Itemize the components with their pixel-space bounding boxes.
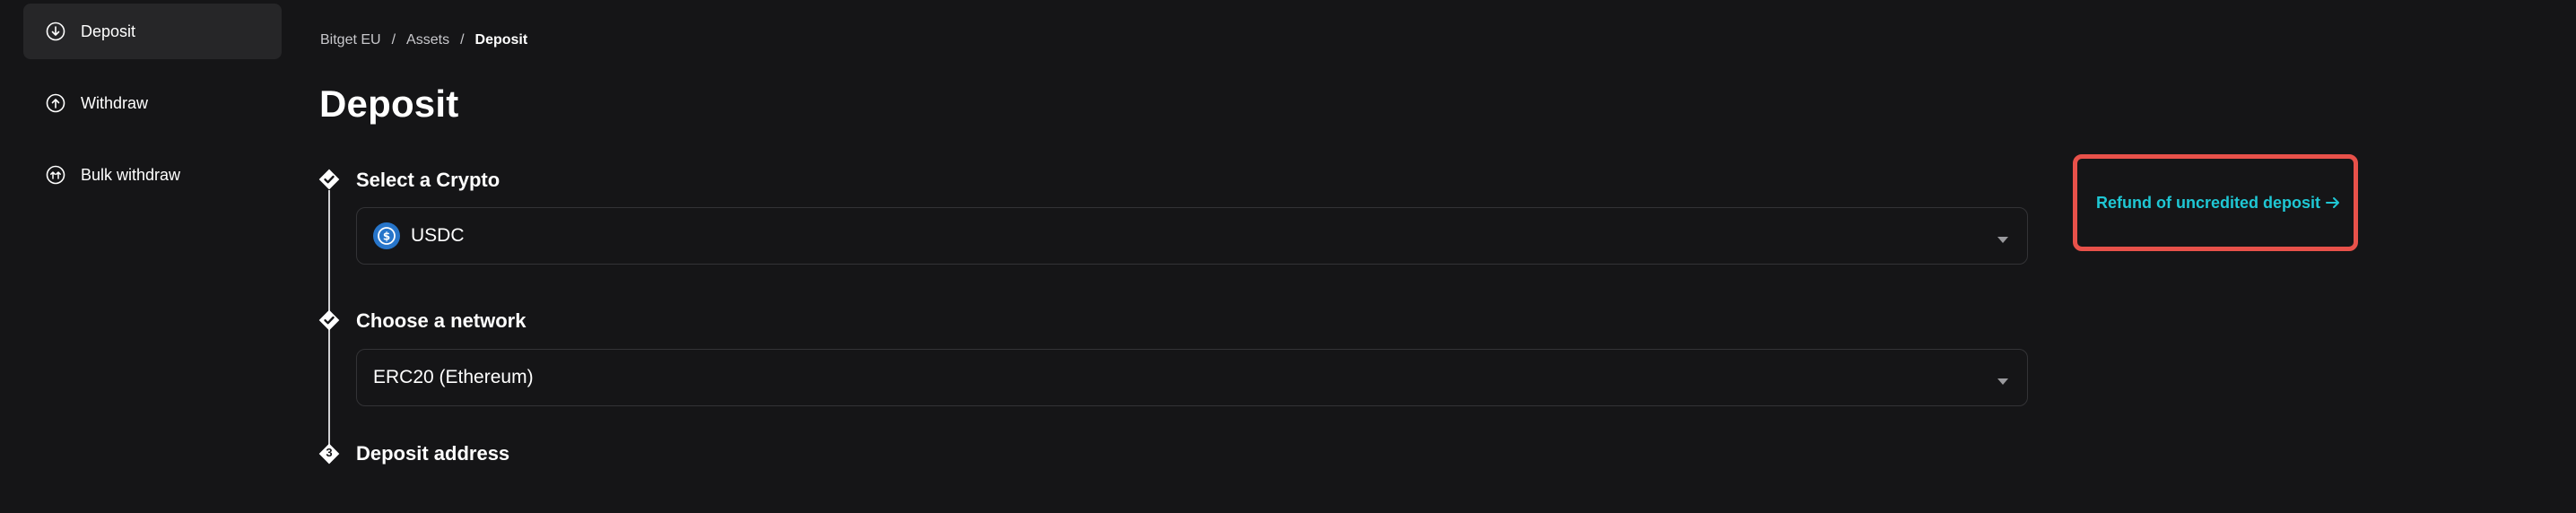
crypto-select-value: USDC bbox=[411, 225, 465, 246]
breadcrumb-current: Deposit bbox=[474, 32, 528, 48]
usdc-icon: $ bbox=[373, 222, 400, 249]
sidebar-item-label: Bulk withdraw bbox=[81, 165, 181, 184]
refund-uncredited-deposit-link[interactable]: Refund of uncredited deposit bbox=[2096, 194, 2342, 213]
step-number: 3 bbox=[326, 446, 333, 459]
refund-highlight-box: Refund of uncredited deposit bbox=[2073, 154, 2358, 251]
sidebar-item-bulk-withdraw[interactable]: Bulk withdraw bbox=[23, 147, 282, 203]
sidebar-item-deposit[interactable]: Deposit bbox=[23, 4, 282, 59]
step-title-select-crypto: Select a Crypto bbox=[356, 169, 500, 191]
sidebar-item-withdraw[interactable]: Withdraw bbox=[23, 75, 282, 131]
breadcrumb-separator: / bbox=[391, 32, 396, 48]
arrow-down-circle-icon bbox=[45, 21, 66, 42]
network-select-value: ERC20 (Ethereum) bbox=[373, 367, 534, 387]
chevron-down-icon bbox=[1997, 374, 2009, 390]
sidebar-item-label: Deposit bbox=[81, 22, 136, 40]
step-done-check-icon bbox=[318, 169, 340, 190]
svg-text:$: $ bbox=[383, 230, 390, 243]
network-select[interactable]: ERC20 (Ethereum) bbox=[356, 349, 2028, 406]
chevron-down-icon bbox=[1997, 232, 2009, 248]
crypto-select[interactable]: $ USDC bbox=[356, 207, 2028, 265]
breadcrumb-link-bitget-eu[interactable]: Bitget EU bbox=[320, 32, 381, 48]
breadcrumb-separator: / bbox=[460, 32, 465, 48]
breadcrumb-link-assets[interactable]: Assets bbox=[406, 32, 449, 48]
sidebar: Deposit Withdraw Bulk withdraw bbox=[0, 0, 296, 513]
arrow-right-icon bbox=[2324, 196, 2342, 210]
double-arrow-up-circle-icon bbox=[45, 164, 66, 186]
refund-link-label: Refund of uncredited deposit bbox=[2096, 193, 2320, 212]
deposit-page: Deposit Withdraw Bulk withdraw Bitget EU… bbox=[0, 0, 2576, 513]
step-done-check-icon bbox=[318, 309, 340, 331]
breadcrumb: Bitget EU / Assets / Deposit bbox=[320, 32, 527, 48]
arrow-up-circle-icon bbox=[45, 92, 66, 114]
sidebar-item-label: Withdraw bbox=[81, 93, 149, 112]
step-title-deposit-address: Deposit address bbox=[356, 442, 510, 465]
step-title-choose-network: Choose a network bbox=[356, 309, 527, 332]
step-number-marker: 3 bbox=[318, 443, 340, 465]
page-title: Deposit bbox=[319, 83, 459, 125]
